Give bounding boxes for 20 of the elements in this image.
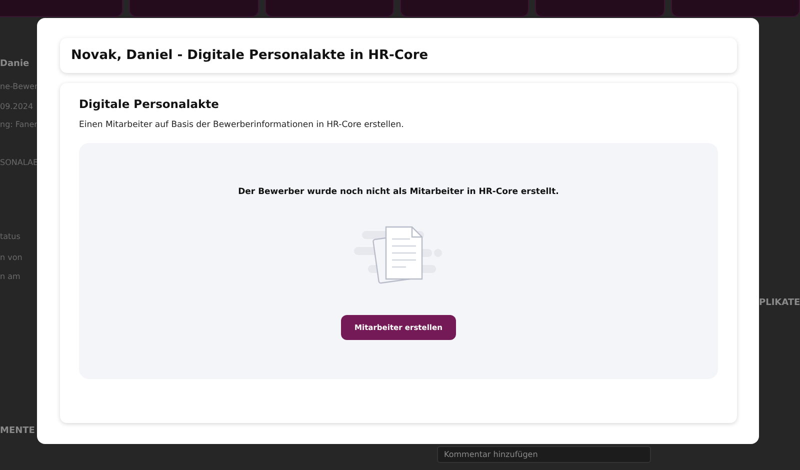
field-label: n von xyxy=(0,252,22,264)
tab-button[interactable] xyxy=(129,0,259,17)
tab-button[interactable] xyxy=(264,0,394,17)
field-label: tatus xyxy=(0,231,20,243)
field-label: SONALAE xyxy=(0,157,38,169)
tab-button[interactable] xyxy=(535,0,665,17)
modal-title: Novak, Daniel - Digitale Personalakte in HR-Core xyxy=(71,48,428,63)
field-label: ne-Bewer xyxy=(0,81,38,93)
field-label: n am xyxy=(0,271,20,283)
field-label: 09.2024 xyxy=(0,101,34,113)
tab-button[interactable] xyxy=(400,0,530,17)
empty-state-message: Der Bewerber wurde noch nicht als Mitarbeiter in HR-Core erstellt. xyxy=(238,187,559,197)
section-heading: Danie xyxy=(0,58,30,71)
comment-field[interactable]: Kommentar hinzufügen xyxy=(437,446,651,463)
tab-button[interactable] xyxy=(0,0,124,17)
tab-button[interactable] xyxy=(670,0,800,17)
section-heading: MENTE xyxy=(0,425,35,438)
section-heading: PLIKATE xyxy=(759,298,800,308)
section-description: Einen Mitarbeiter auf Basis der Bewerberinformationen in HR-Core erstellen. xyxy=(79,120,405,130)
section-title: Digitale Personalakte xyxy=(79,97,220,111)
